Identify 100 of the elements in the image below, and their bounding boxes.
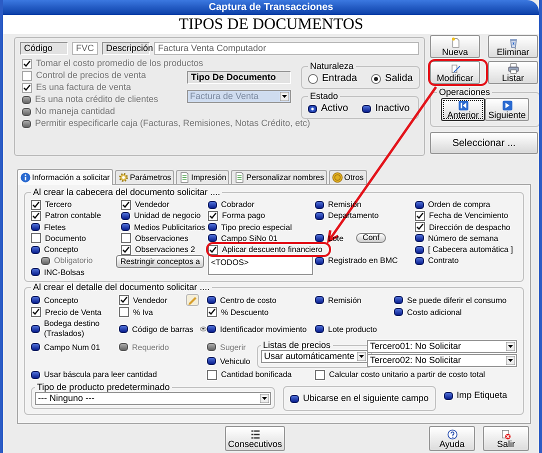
option-label: Vendedor [133, 294, 168, 306]
button[interactable]: Modificar [430, 61, 480, 84]
checkbox[interactable] [121, 244, 131, 255]
toggle-button[interactable] [31, 296, 40, 304]
toggle-button[interactable] [290, 394, 299, 403]
button[interactable]: Nueva [430, 35, 480, 58]
select-button[interactable]: Seleccionar ... [430, 132, 538, 154]
option-label: Inactivo [375, 103, 410, 114]
tab[interactable]: Personalizar nombres [231, 170, 328, 184]
checkbox[interactable] [119, 295, 129, 306]
checkbox[interactable] [207, 370, 217, 380]
option-label: Vehiculo [220, 356, 250, 367]
option-label: Costo adicional [407, 306, 462, 318]
toggle-button[interactable] [207, 357, 216, 366]
restrict-button[interactable]: Restringir conceptos a [116, 255, 204, 268]
toggle-button[interactable] [208, 200, 217, 208]
toggle-button[interactable] [208, 223, 217, 232]
toggle-button[interactable] [121, 212, 130, 220]
toggle-button[interactable] [362, 104, 372, 112]
toggle-button[interactable] [31, 246, 40, 254]
code-field[interactable]: FVC [72, 42, 98, 55]
group-label: Listas de precios [262, 340, 332, 350]
description-field[interactable]: Factura Venta Computador [154, 42, 419, 55]
option-label: Control de precios de venta [36, 70, 146, 81]
tab[interactable]: Impresión [176, 170, 230, 184]
pencil-icon [186, 294, 199, 306]
checkbox[interactable] [31, 307, 41, 318]
toggle-button[interactable] [31, 223, 40, 232]
toggle-button[interactable] [315, 200, 324, 208]
button[interactable]: Ayuda [429, 426, 475, 451]
toggle-button[interactable] [415, 200, 424, 208]
document-icon [450, 36, 460, 48]
button[interactable]: Salir [483, 426, 529, 451]
dropdown[interactable]: Tercero02: No Solicitar [367, 354, 517, 368]
toggle-button[interactable] [415, 246, 424, 254]
dropdown[interactable]: Tercero01: No Solicitar [367, 340, 517, 354]
toggle-button[interactable] [207, 325, 216, 334]
tab[interactable]: Otros [329, 170, 367, 184]
option-label: Sugerir [220, 342, 246, 353]
checkbox[interactable] [415, 222, 425, 232]
toggle-button[interactable] [31, 370, 40, 379]
radio-button[interactable] [308, 74, 318, 84]
checkbox[interactable] [31, 200, 41, 210]
group-label: Operaciones [438, 87, 492, 97]
tab[interactable]: Parámetros [114, 170, 174, 184]
toggle-button[interactable] [315, 212, 324, 220]
option-label: No maneja cantidad [35, 106, 116, 117]
dropdown-arrow-icon [280, 92, 289, 101]
option-label: Identificador movimiento [220, 324, 307, 335]
checkbox[interactable] [208, 244, 218, 255]
toggle-button[interactable] [31, 268, 40, 276]
group-label: Estado [309, 91, 340, 101]
toggle-button[interactable] [394, 296, 403, 304]
toggle-button[interactable] [121, 223, 130, 232]
toggle-button[interactable] [208, 234, 217, 242]
radio-button[interactable] [371, 74, 382, 84]
dropdown-arrow-icon [506, 356, 515, 366]
toggle-button[interactable] [315, 325, 324, 334]
toggle-button[interactable] [444, 392, 453, 400]
toggle-button[interactable] [31, 343, 40, 352]
toggle-button[interactable] [315, 234, 324, 242]
previous-icon [458, 100, 468, 110]
option-label: Medios Publicitarios [134, 222, 206, 233]
button[interactable]: Siguiente [485, 98, 529, 121]
checkbox[interactable] [315, 370, 325, 380]
option-label: Código de barras [132, 324, 194, 335]
checkbox[interactable] [121, 233, 131, 244]
group-label: Naturaleza [309, 61, 355, 71]
toggle-button[interactable] [207, 296, 216, 304]
checkbox[interactable] [207, 307, 217, 318]
button[interactable]: Anterior [441, 98, 485, 121]
toggle-button[interactable] [31, 325, 40, 334]
checkbox[interactable] [31, 233, 41, 244]
option-label: Forma pago [222, 210, 266, 222]
toggle-button[interactable] [308, 104, 317, 112]
dropdown[interactable]: Usar automáticamente [261, 350, 368, 364]
option-label: Registrado en BMC [328, 255, 398, 266]
next-icon [502, 100, 512, 110]
option-label: Permitir especificarle caja (Facturas, Remisiones, Notas Crédito, etc) [35, 118, 310, 129]
help-icon [446, 428, 458, 440]
concepts-field[interactable]: <TODOS> [208, 255, 313, 276]
tab[interactable]: Información a solicitar [17, 169, 113, 185]
checkbox[interactable] [31, 210, 41, 221]
checkbox[interactable] [415, 210, 425, 221]
page-heading: TIPOS DE DOCUMENTOS [3, 15, 539, 34]
toggle-button[interactable] [415, 234, 424, 242]
config-button[interactable]: Conf [356, 233, 386, 244]
checkbox[interactable] [208, 210, 218, 221]
button[interactable]: Listar [488, 61, 538, 84]
toggle-button[interactable] [315, 296, 324, 304]
checkbox[interactable] [121, 200, 131, 210]
option-label: % Iva [133, 306, 154, 318]
toggle-button[interactable] [119, 325, 128, 334]
toggle-button[interactable] [394, 308, 403, 316]
dropdown[interactable]: --- Ninguno --- [35, 392, 271, 406]
checkbox[interactable] [119, 307, 129, 318]
button[interactable]: Eliminar [488, 35, 538, 58]
toggle-button[interactable] [415, 256, 424, 265]
option-label: Número de semana [428, 232, 498, 244]
button[interactable]: Consecutivos [225, 426, 285, 451]
